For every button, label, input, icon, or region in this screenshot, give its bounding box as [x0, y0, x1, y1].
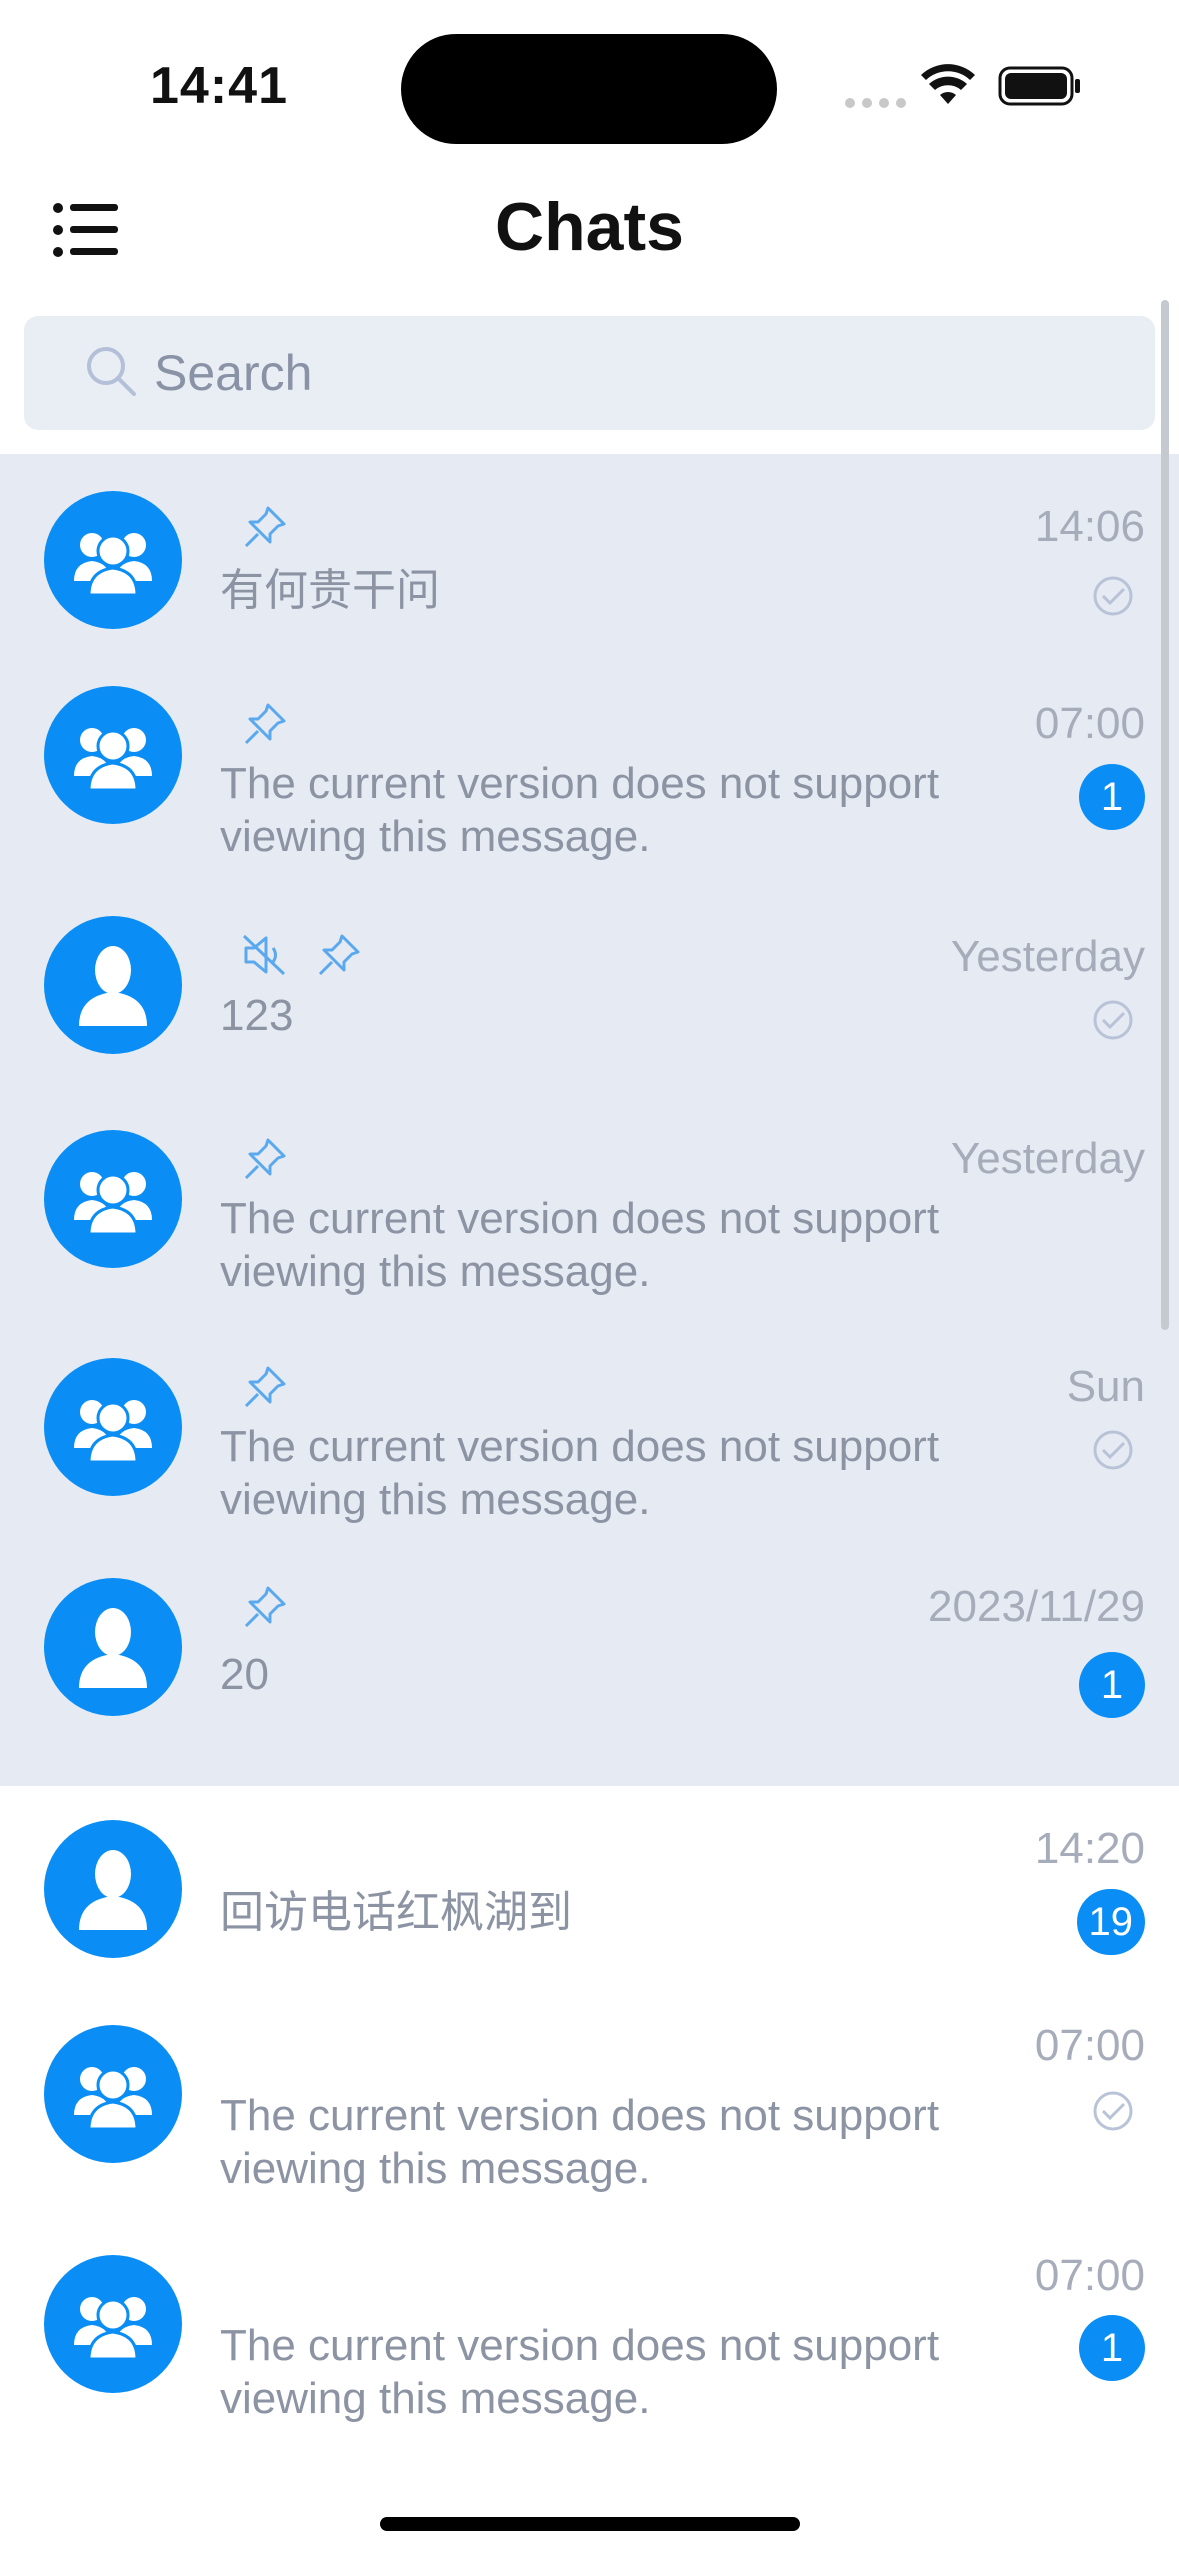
scrollbar[interactable] — [1161, 300, 1169, 1330]
user-avatar-icon — [44, 916, 182, 1054]
search-icon — [87, 347, 136, 396]
group-avatar-icon — [44, 686, 182, 824]
chat-row[interactable]: 20 2023/11/29 1 — [0, 1552, 1179, 1786]
group-avatar-icon — [44, 1358, 182, 1496]
chat-message-preview: 回访电话红枫湖到 — [220, 1888, 572, 1937]
wifi-icon — [921, 64, 975, 104]
pin-icon — [244, 703, 286, 745]
mute-icon — [242, 934, 286, 976]
chat-row[interactable]: 有何贵干问 14:06 — [0, 454, 1179, 669]
chat-message-preview: The current version does not support vie… — [220, 759, 940, 861]
chat-row[interactable]: The current version does not support vie… — [0, 2001, 1179, 2227]
chat-time: 2023/11/29 — [928, 1582, 1145, 1631]
pin-icon — [244, 1138, 286, 1180]
pin-icon — [244, 1586, 286, 1628]
pin-icon — [244, 1366, 286, 1408]
read-check-icon — [1093, 2091, 1133, 2131]
group-avatar-icon — [44, 491, 182, 629]
cellular-signal-icon — [845, 95, 913, 113]
chat-row[interactable]: The current version does not support vie… — [0, 2227, 1179, 2447]
unread-badge: 1 — [1079, 1652, 1145, 1718]
read-check-icon — [1093, 576, 1133, 616]
chat-time: 07:00 — [1034, 2251, 1145, 2300]
chat-time: 14:06 — [1034, 502, 1145, 551]
chat-message-preview: 有何贵干问 — [220, 566, 440, 615]
chat-time: Yesterday — [950, 1134, 1145, 1183]
chat-time: 14:20 — [1034, 1824, 1145, 1873]
pinned-section: 有何贵干问 14:06 The current version does not… — [0, 454, 1179, 1786]
chat-time: 07:00 — [1034, 699, 1145, 748]
unread-badge: 1 — [1079, 2315, 1145, 2381]
search-bar[interactable] — [24, 316, 1155, 430]
user-avatar-icon — [44, 1578, 182, 1716]
chat-row[interactable]: The current version does not support vie… — [0, 1104, 1179, 1332]
unread-badge: 1 — [1079, 764, 1145, 830]
unread-badge: 19 — [1076, 1889, 1145, 1955]
chat-row[interactable]: 123 Yesterday — [0, 894, 1179, 1104]
status-time: 14:41 — [150, 57, 288, 115]
pin-icon — [244, 506, 286, 548]
status-bar: 14:41 — [0, 0, 1179, 150]
home-indicator[interactable] — [380, 2517, 800, 2531]
chat-message-preview: The current version does not support vie… — [220, 1422, 940, 1524]
chat-time: Sun — [1066, 1362, 1145, 1411]
chat-message-preview: 20 — [220, 1650, 269, 1699]
chat-time: 07:00 — [1034, 2021, 1145, 2070]
group-avatar-icon — [44, 2255, 182, 2393]
chat-row[interactable]: 回访电话红枫湖到 14:20 19 — [0, 1786, 1179, 2001]
chat-message-preview: The current version does not support vie… — [220, 2091, 940, 2193]
group-avatar-icon — [44, 2025, 182, 2163]
chat-message-preview: The current version does not support vie… — [220, 1194, 940, 1296]
read-check-icon — [1093, 1430, 1133, 1470]
page-title: Chats — [495, 189, 684, 265]
chat-row[interactable]: The current version does not support vie… — [0, 1332, 1179, 1552]
chat-message-preview: The current version does not support vie… — [220, 2321, 940, 2423]
chat-row[interactable]: The current version does not support vie… — [0, 669, 1179, 894]
pin-icon — [318, 934, 360, 976]
dynamic-island — [401, 34, 777, 144]
chat-time: Yesterday — [950, 932, 1145, 981]
read-check-icon — [1093, 1000, 1133, 1040]
chat-message-preview: 123 — [220, 991, 294, 1040]
user-avatar-icon — [44, 1820, 182, 1958]
group-avatar-icon — [44, 1130, 182, 1268]
nav-bar: Chats — [0, 170, 1179, 290]
search-input[interactable] — [154, 316, 1114, 430]
battery-icon — [998, 66, 1080, 106]
chat-list: 有何贵干问 14:06 The current version does not… — [0, 454, 1179, 2447]
